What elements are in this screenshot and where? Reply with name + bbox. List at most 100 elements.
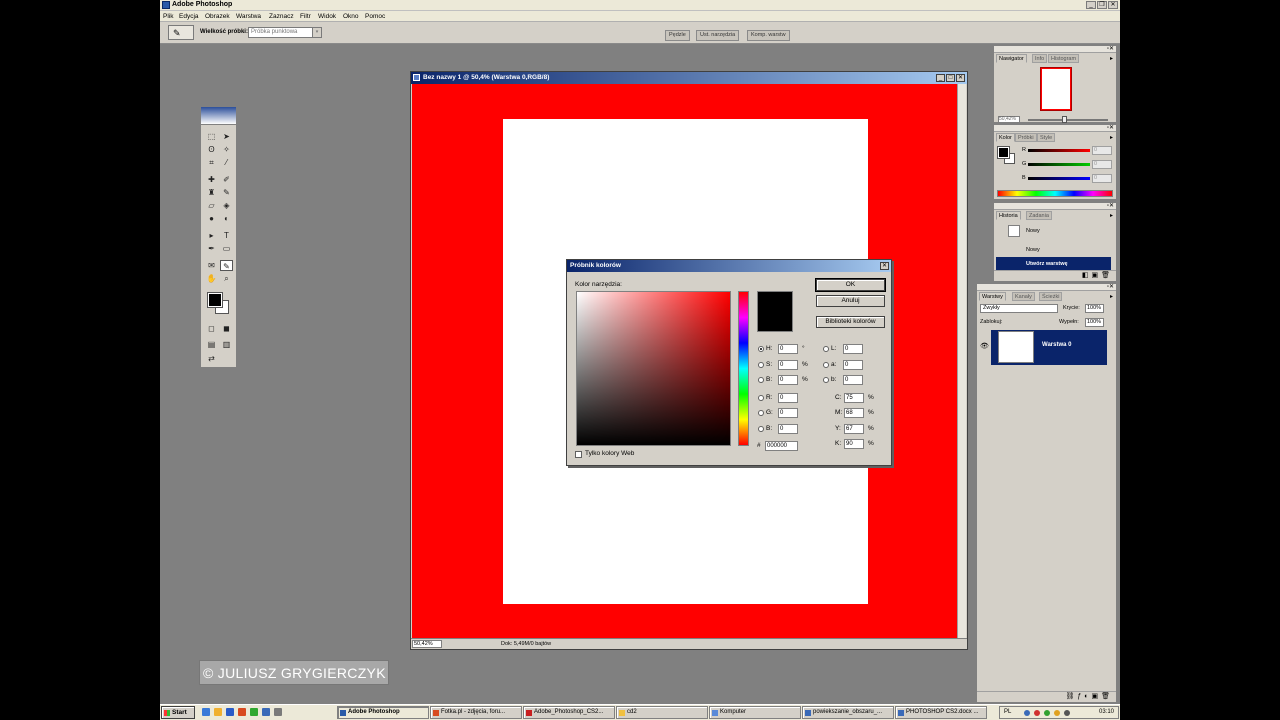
tab-history[interactable]: Historia — [996, 211, 1021, 220]
menu-view[interactable]: Widok — [318, 13, 336, 20]
shape-tool-icon[interactable]: ▭ — [220, 243, 233, 254]
foreground-color-swatch[interactable] — [207, 292, 223, 308]
menu-edit[interactable]: Edycja — [179, 13, 199, 20]
standard-mode-icon[interactable]: ◻ — [205, 323, 218, 334]
close-icon[interactable]: ✕ — [880, 262, 889, 270]
blue-slider[interactable] — [1028, 177, 1090, 180]
navigator-zoom[interactable]: 50,42% — [998, 116, 1020, 123]
radio-lab-b[interactable] — [823, 377, 829, 383]
firefox-icon[interactable] — [238, 708, 246, 716]
update-icon[interactable] — [1054, 710, 1060, 716]
field-g-input[interactable]: 0 — [778, 408, 798, 418]
tab-swatches[interactable]: Próbki — [1015, 133, 1037, 142]
dodge-tool-icon[interactable]: ◐ — [220, 213, 233, 224]
eyedropper-tool-icon[interactable]: ✎ — [220, 260, 233, 271]
navigator-zoom-knob[interactable] — [1062, 116, 1067, 123]
menu-file[interactable]: Plik — [163, 13, 173, 20]
menu-image[interactable]: Obrazek — [205, 13, 230, 20]
blend-mode-select[interactable]: Zwykły — [980, 304, 1058, 313]
radio-g[interactable] — [758, 410, 764, 416]
cancel-button[interactable]: Anuluj — [816, 295, 885, 307]
task-cd2[interactable]: cd2 — [616, 706, 708, 719]
navigator-thumbnail[interactable] — [1040, 67, 1072, 111]
brush-tool-icon[interactable]: ✐ — [220, 174, 233, 185]
field-b-input[interactable]: 0 — [778, 375, 798, 385]
task-word-doc[interactable]: powiekszanie_obszaru_... — [802, 706, 894, 719]
quick-mask-icon[interactable]: ◼ — [220, 323, 233, 334]
start-button[interactable]: Start — [161, 706, 195, 719]
close-icon[interactable]: ▫✕ — [1107, 46, 1114, 52]
tab-channels[interactable]: Kanały — [1012, 292, 1035, 301]
messenger-icon[interactable] — [250, 708, 258, 716]
field-y-input[interactable]: 67 — [844, 424, 864, 434]
menu-window[interactable]: Okno — [343, 13, 359, 20]
well-tab-brushes[interactable]: Pędzle — [665, 30, 690, 41]
explorer-icon[interactable] — [214, 708, 222, 716]
vertical-scrollbar[interactable] — [957, 84, 966, 639]
radio-b[interactable] — [758, 377, 764, 383]
radio-blue[interactable] — [758, 426, 764, 432]
tab-styles[interactable]: Style — [1037, 133, 1056, 142]
history-snapshot[interactable]: Nowy — [996, 224, 1111, 238]
tab-paths[interactable]: Ścieżki — [1039, 292, 1063, 301]
task-word-docx[interactable]: PHOTOSHOP CS2.docx ... — [895, 706, 987, 719]
tab-histogram[interactable]: Histogram — [1048, 54, 1080, 63]
notes-tool-icon[interactable]: ✉ — [205, 260, 218, 271]
field-r-input[interactable]: 0 — [778, 393, 798, 403]
crop-tool-icon[interactable]: ⌗ — [205, 157, 218, 168]
layers-footer-icons[interactable]: ⛓ƒ◐▣🗑 — [977, 691, 1116, 702]
close-icon[interactable]: ✕ — [1108, 1, 1118, 9]
menu-help[interactable]: Pomoc — [365, 13, 385, 20]
radio-lab-l[interactable] — [823, 346, 829, 352]
marquee-tool-icon[interactable]: ⬚ — [205, 131, 218, 142]
language-indicator[interactable]: PL — [1004, 707, 1011, 718]
menu-select[interactable]: Zaznacz — [269, 13, 294, 20]
screen-mode-icon[interactable]: ▤ — [205, 339, 218, 350]
lasso-tool-icon[interactable]: ʘ — [205, 144, 218, 155]
hex-input[interactable]: 000000 — [765, 441, 798, 451]
radio-r[interactable] — [758, 395, 764, 401]
panel-menu-icon[interactable]: ▸ — [1110, 293, 1113, 300]
tool-preset-picker[interactable]: ✎ — [168, 25, 194, 40]
field-h-input[interactable]: 0 — [778, 344, 798, 354]
ie-icon[interactable] — [226, 708, 234, 716]
color-row-b-input[interactable]: 0 — [1092, 174, 1112, 183]
screen-mode-full-icon[interactable]: ▥ — [220, 339, 233, 350]
history-state-selected[interactable]: Utwórz warstwę — [996, 257, 1111, 271]
panel-menu-icon[interactable]: ▸ — [1110, 134, 1113, 141]
field-lab-l-input[interactable]: 0 — [843, 344, 863, 354]
hand-tool-icon[interactable]: ✋ — [205, 273, 218, 284]
media-icon[interactable] — [262, 708, 270, 716]
color-row-r-input[interactable]: 0 — [1092, 146, 1112, 155]
volume-icon[interactable] — [1064, 710, 1070, 716]
healing-brush-tool-icon[interactable]: ✚ — [205, 174, 218, 185]
fill-input[interactable]: 100% — [1085, 318, 1104, 327]
eye-icon[interactable]: 👁 — [980, 342, 989, 350]
sample-size-select[interactable]: Próbka punktowa ▾ — [248, 27, 322, 38]
field-c-input[interactable]: 75 — [844, 393, 864, 403]
minimize-icon[interactable]: _ — [1086, 1, 1096, 9]
task-fotka[interactable]: Fotka.pl - zdjęcia, foru... — [430, 706, 522, 719]
close-icon[interactable]: ✕ — [956, 74, 965, 82]
type-tool-icon[interactable]: T — [220, 230, 233, 241]
radio-lab-a[interactable] — [823, 362, 829, 368]
panel-menu-icon[interactable]: ▸ — [1110, 212, 1113, 219]
well-tab-tool-presets[interactable]: Ust. narzędzia — [696, 30, 740, 41]
zoom-level[interactable]: 50,42% — [412, 640, 442, 648]
close-icon[interactable]: ▫✕ — [1107, 284, 1114, 290]
hue-slider[interactable] — [738, 291, 749, 446]
menu-layer[interactable]: Warstwa — [236, 13, 261, 20]
restore-icon[interactable]: ❐ — [1097, 1, 1107, 9]
web-colors-checkbox[interactable] — [575, 451, 582, 458]
slice-tool-icon[interactable]: ⁄ — [220, 157, 233, 168]
minimize-icon[interactable]: _ — [936, 74, 945, 82]
move-tool-icon[interactable]: ➤ — [220, 131, 233, 142]
red-slider[interactable] — [1028, 149, 1090, 152]
field-s-input[interactable]: 0 — [778, 360, 798, 370]
tab-layers[interactable]: Warstwy — [979, 292, 1006, 301]
color-panel-foreground-swatch[interactable] — [997, 146, 1010, 159]
blur-tool-icon[interactable]: ● — [205, 213, 218, 224]
ok-button[interactable]: OK — [815, 278, 886, 292]
history-brush-tool-icon[interactable]: ✎ — [220, 187, 233, 198]
app-icon[interactable] — [274, 708, 282, 716]
